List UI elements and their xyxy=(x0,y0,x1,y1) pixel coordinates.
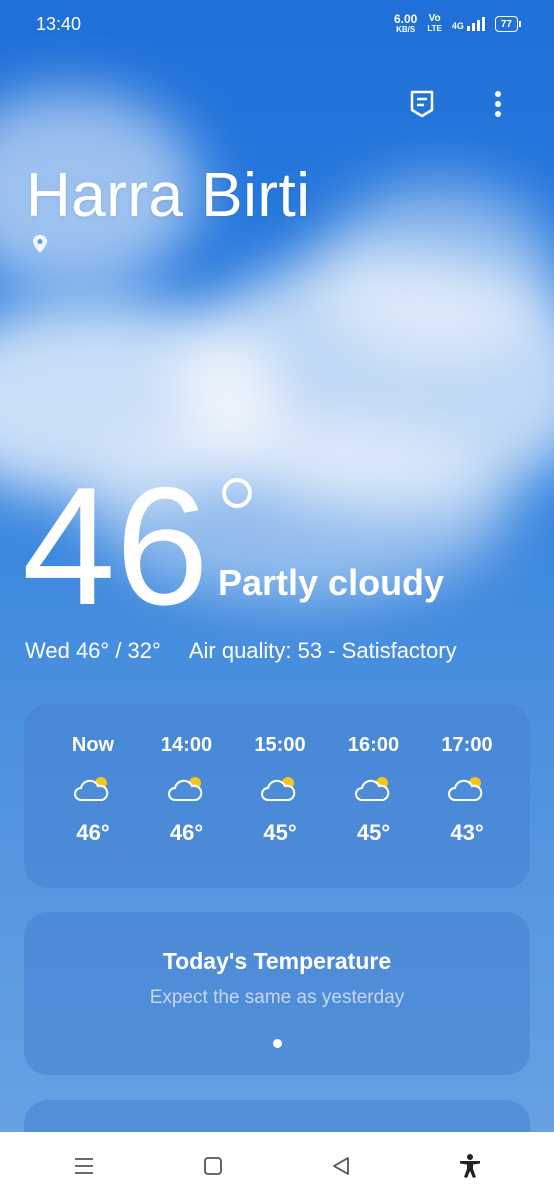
navigation-bar xyxy=(0,1132,554,1200)
air-quality[interactable]: Air quality: 53 - Satisfactory xyxy=(189,638,457,664)
volte-top: Vo xyxy=(428,13,441,24)
hour-time: 15:00 xyxy=(254,734,306,756)
partly-cloudy-icon xyxy=(74,777,109,801)
hour-time: Now xyxy=(71,734,115,756)
network-speed: 6.00 KB/S xyxy=(394,13,417,35)
battery-icon: 77 xyxy=(494,16,522,32)
current-condition: Partly cloudy xyxy=(218,562,445,603)
top-actions xyxy=(408,88,512,120)
accessibility-button[interactable] xyxy=(450,1146,490,1186)
hour-temp: 45° xyxy=(356,820,391,845)
hourly-item: 14:00 46° xyxy=(152,734,222,846)
partly-cloudy-icon xyxy=(448,777,483,801)
city-name: Harra Birti xyxy=(26,161,311,230)
speed-unit: KB/S xyxy=(396,25,416,34)
hour-temp: 46° xyxy=(169,820,204,845)
speed-value: 6.00 xyxy=(393,12,418,26)
degree-symbol xyxy=(222,478,252,508)
hourly-item: 15:00 45° xyxy=(245,734,315,846)
more-options-icon[interactable] xyxy=(484,88,512,120)
page-indicator-dot xyxy=(272,1039,282,1048)
partly-cloudy-icon xyxy=(167,777,202,801)
back-button[interactable] xyxy=(321,1146,361,1186)
back-triangle-icon xyxy=(333,1157,350,1175)
square-icon xyxy=(203,1157,222,1175)
status-bar: 13:40 6.00 KB/S Vo LTE 4G 77 xyxy=(0,0,554,48)
hour-temp: 46° xyxy=(76,820,110,845)
hourly-item: 16:00 45° xyxy=(339,734,409,846)
hour-time: 14:00 xyxy=(160,734,213,756)
hourly-forecast-card[interactable]: Now 46° 14:00 46° 15:00 45° 16:00 45° 17… xyxy=(24,704,530,888)
status-icons: 6.00 KB/S Vo LTE 4G 77 xyxy=(394,13,522,35)
day-range: Wed 46° / 32° xyxy=(25,638,161,663)
today-card-title: Today's Temperature xyxy=(162,948,392,974)
hour-temp: 45° xyxy=(263,820,297,845)
location-pin-icon xyxy=(32,234,48,259)
today-temperature-card[interactable]: Today's Temperature Expect the same as y… xyxy=(24,912,530,1075)
recent-apps-button[interactable] xyxy=(64,1146,104,1186)
hour-temp: 43° xyxy=(450,820,484,845)
hourly-item: Now 46° xyxy=(58,734,128,846)
home-button[interactable] xyxy=(193,1146,233,1186)
volte-indicator: Vo LTE xyxy=(427,14,442,34)
signal-icon: 4G xyxy=(452,17,485,31)
hour-time: 17:00 xyxy=(441,734,493,756)
hourly-item: 17:00 43° xyxy=(432,734,502,846)
day-summary: Wed 46° / 32° Air quality: 53 - Satisfac… xyxy=(25,638,457,664)
partly-cloudy-icon xyxy=(261,777,296,801)
accessibility-icon xyxy=(459,1154,480,1178)
hour-time: 16:00 xyxy=(347,734,400,756)
menu-icon xyxy=(75,1158,94,1174)
today-card-subtitle: Expect the same as yesterday xyxy=(149,987,405,1008)
partly-cloudy-icon xyxy=(354,777,389,801)
battery-level: 77 xyxy=(500,18,512,30)
network-type: 4G xyxy=(451,21,464,31)
current-temperature: 46 xyxy=(22,452,209,640)
status-time: 13:40 xyxy=(36,13,82,34)
volte-bottom: LTE xyxy=(427,24,442,33)
city-list-icon[interactable] xyxy=(408,88,436,120)
